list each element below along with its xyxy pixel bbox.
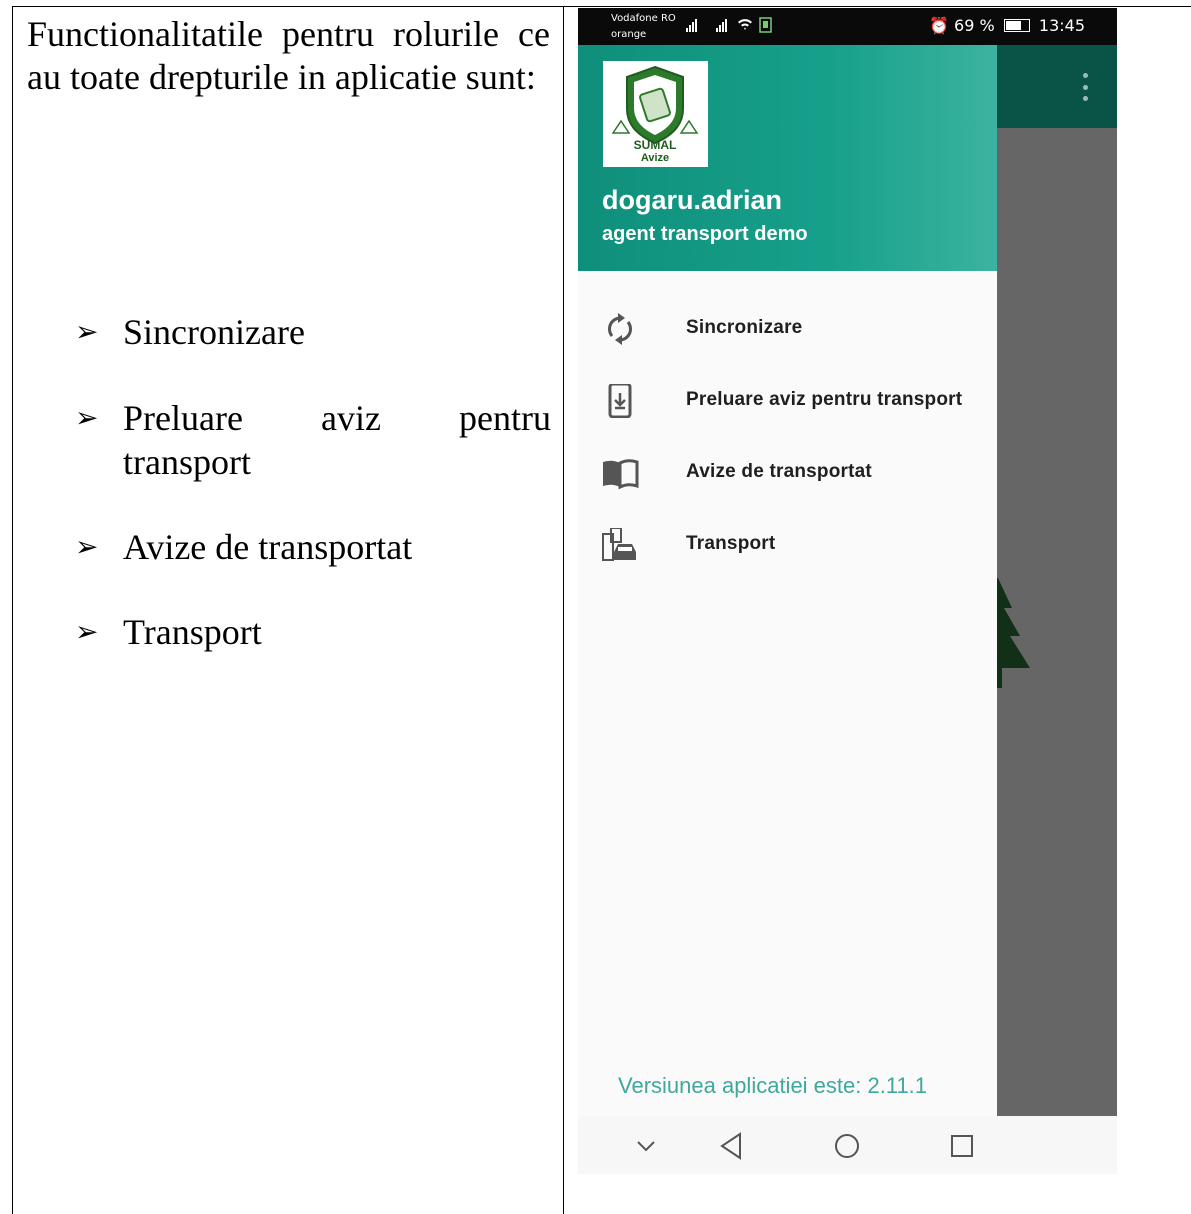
list-item-avize: ➢ Avize de transportat: [75, 525, 551, 569]
app-version: Versiunea aplicatiei este: 2.11.1: [618, 1073, 928, 1098]
list-item-line1: Preluare aviz pentru: [123, 396, 551, 440]
navigation-drawer: SUMAL Avize dogaru.adrian agent transpor…: [578, 45, 997, 1116]
more-vert-icon[interactable]: [1083, 73, 1088, 101]
shield-logo-icon: SUMAL Avize: [611, 65, 699, 164]
menu-item-label: Preluare aviz pentru transport: [686, 389, 963, 410]
list-item-text: Transport: [123, 612, 262, 652]
list-item-text: Sincronizare: [123, 312, 305, 352]
arrow-bullet-icon: ➢: [75, 615, 99, 648]
app-logo: SUMAL Avize: [603, 61, 708, 167]
word: Preluare: [123, 398, 243, 438]
menu-item-label: Sincronizare: [686, 317, 803, 338]
arrow-bullet-icon: ➢: [75, 530, 99, 563]
phone-download-icon: [608, 384, 632, 418]
list-item-preluare: ➢ Preluare aviz pentru transport: [75, 396, 551, 484]
signal-wifi-icon: [686, 17, 772, 33]
home-icon[interactable]: [831, 1130, 863, 1162]
menu-item-sincronizare[interactable]: Sincronizare: [578, 298, 997, 358]
clock: 13:45: [1038, 16, 1085, 35]
arrow-bullet-icon: ➢: [75, 315, 99, 348]
user-role: agent transport demo: [602, 223, 808, 245]
menu-item-transport[interactable]: Transport: [578, 514, 997, 574]
open-book-icon: [603, 459, 639, 490]
alarm-icon: ⏰: [929, 16, 949, 35]
carrier-line1: Vodafone RO: [611, 13, 676, 24]
chevron-down-icon[interactable]: [630, 1130, 662, 1162]
list-item-sincronizare: ➢ Sincronizare: [75, 310, 551, 354]
phone-screenshot: Vodafone RO orange ⏰ 69 % 13:45 SUMAL Av…: [578, 8, 1117, 1174]
table-border-middle: [563, 6, 564, 1214]
logo-line2: Avize: [641, 152, 669, 164]
menu-item-preluare-aviz[interactable]: Preluare aviz pentru transport: [578, 370, 997, 430]
arrow-bullet-icon: ➢: [75, 401, 99, 434]
sync-icon: [607, 313, 633, 345]
status-bar: Vodafone RO orange ⏰ 69 % 13:45: [578, 8, 1117, 45]
list-item-line2: transport: [123, 442, 251, 482]
recents-icon[interactable]: [946, 1130, 978, 1162]
menu-item-avize-de-transportat[interactable]: Avize de transportat: [578, 442, 997, 502]
menu-item-label: Transport: [686, 533, 776, 554]
list-item-transport: ➢ Transport: [75, 610, 551, 654]
intro-paragraph: Functionalitatile pentru rolurile ce au …: [27, 14, 550, 97]
carrier-label: Vodafone RO orange: [611, 11, 676, 43]
logo-line1: SUMAL: [634, 138, 677, 152]
list-item-text: Preluare aviz pentru transport: [123, 396, 551, 484]
android-nav-bar: [578, 1116, 1117, 1174]
drawer-header: SUMAL Avize dogaru.adrian agent transpor…: [578, 45, 997, 271]
building-car-icon: [602, 528, 636, 561]
list-item-text: Avize de transportat: [123, 527, 413, 567]
status-right: ⏰ 69 % 13:45: [929, 16, 1085, 35]
carrier-line2: orange: [611, 29, 647, 40]
back-icon[interactable]: [716, 1130, 748, 1162]
user-name: dogaru.adrian: [602, 185, 783, 215]
document-cell: Functionalitatile pentru rolurile ce au …: [13, 7, 563, 1214]
word: pentru: [459, 398, 551, 438]
battery-icon: [1003, 19, 1030, 32]
battery-percent: 69 %: [954, 16, 995, 35]
word: aviz: [321, 398, 381, 438]
menu-item-label: Avize de transportat: [686, 461, 872, 482]
